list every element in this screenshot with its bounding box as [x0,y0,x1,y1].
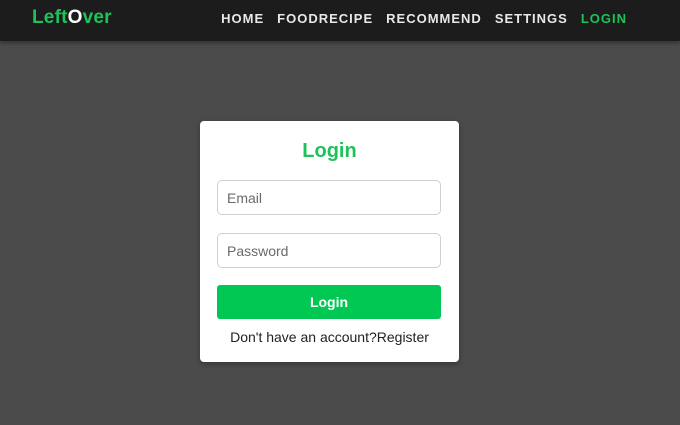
login-card: Login Login Don't have an account?Regist… [200,121,459,362]
navbar: LeftOver HOME FOODRECIPE RECOMMEND SETTI… [0,0,680,41]
nav-item-recommend[interactable]: RECOMMEND [386,11,482,26]
nav-links: HOME FOODRECIPE RECOMMEND SETTINGS LOGIN [221,11,627,26]
login-title: Login [302,140,357,162]
brand-logo[interactable]: LeftOver [32,7,112,29]
register-prompt-text: Don't have an account? [230,329,377,345]
login-button[interactable]: Login [217,285,441,319]
brand-logo-prefix: Left [32,7,68,28]
register-prompt: Don't have an account?Register [200,329,459,345]
email-input[interactable] [217,180,441,215]
nav-item-login[interactable]: LOGIN [581,11,627,26]
nav-item-settings[interactable]: SETTINGS [495,11,568,26]
brand-logo-suffix: ver [82,7,112,28]
brand-logo-highlight: O [67,7,83,28]
nav-item-home[interactable]: HOME [221,11,264,26]
password-input[interactable] [217,233,441,268]
register-link[interactable]: Register [377,329,429,345]
nav-item-foodrecipe[interactable]: FOODRECIPE [277,11,373,26]
